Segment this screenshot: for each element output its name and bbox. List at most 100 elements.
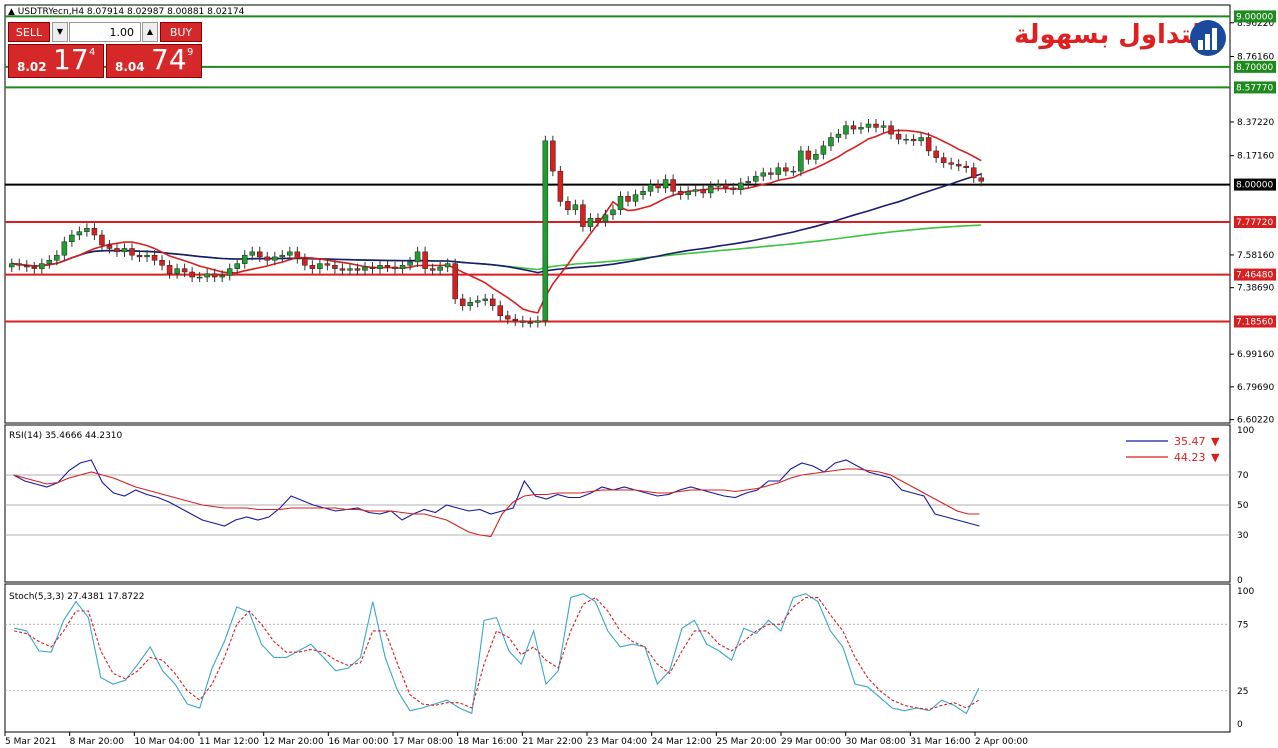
candle-body [858,127,864,130]
level-price-tag: 8.57770 [1234,81,1276,94]
candle-body [144,254,150,258]
candle-body [174,268,180,274]
candle-body [655,184,661,189]
candle-body [760,172,767,177]
candle-body [9,263,15,268]
candle-body [918,137,924,142]
sell-quote[interactable]: 8.02 17 4 [8,43,104,78]
sell-price-prefix: 8.02 [17,60,47,74]
level-price-tag: 8.70000 [1234,60,1276,73]
candle-body [738,182,744,190]
y-tick-label: 7.58160 [1237,251,1274,261]
candle-body [121,248,128,253]
candle-body [707,186,714,194]
candle-body [369,266,376,269]
candle-body [106,244,113,249]
candle-body [768,172,774,175]
lot-decrease-button[interactable]: ▼ [52,22,68,42]
y-tick-label: 6.99160 [1237,350,1274,360]
candle-body [332,265,338,269]
level-tag-label: 7.46480 [1236,271,1273,281]
x-tick-label: 21 Mar 22:00 [522,737,582,747]
candle-body [257,251,263,258]
candle-body [39,263,45,269]
buy-button[interactable]: BUY [160,22,202,42]
candle-body [189,271,195,278]
x-tick-label: 8 Mar 20:00 [70,737,125,747]
candle-body [970,167,977,179]
candle-body [850,125,857,130]
candle-body [31,266,38,269]
candle-body [805,150,812,160]
candle-body [159,259,165,266]
indicator-tick-label: 100 [1237,587,1254,597]
time-axis: 5 Mar 2021 8 Mar 20:00 10 Mar 04:00 11 Mar … [4,732,1028,747]
indicator-tick-label: 25 [1237,687,1248,697]
candle-body [873,123,879,128]
candle-body [196,276,203,279]
candle-body [865,123,872,128]
candle-body [632,194,639,202]
candle-body [722,184,729,189]
x-tick-label: 23 Mar 04:00 [587,737,647,747]
y-tick-label: 8.17160 [1237,152,1274,162]
chart-canvas: 8.962208.761608.372208.171607.581607.386… [4,4,1276,747]
lot-size-input[interactable] [69,22,141,42]
buy-quote[interactable]: 8.04 74 9 [106,43,202,78]
x-tick-label: 25 Mar 20:00 [716,737,776,747]
candle-body [211,273,218,278]
level-price-tag: 8.00000 [1234,178,1276,191]
candle-body [24,265,30,268]
candle-body [828,137,834,147]
candle-body [452,263,458,300]
candle-body [617,196,624,211]
candle-body [264,256,271,261]
candle-body [399,265,406,269]
candle-body [151,254,158,261]
y-tick-label: 7.38690 [1237,284,1274,294]
indicator-title: RSI(14) 35.4666 44.2310 [9,431,123,441]
candle-body [46,259,53,264]
x-tick-label: 16 Mar 00:00 [328,737,388,747]
lot-increase-button[interactable]: ▲ [142,22,158,42]
candle-body [572,204,579,211]
level-tag-label: 8.00000 [1236,181,1273,191]
candle-body [181,268,188,273]
x-tick-label: 30 Mar 08:00 [846,737,906,747]
candle-body [933,150,939,158]
candle-body [700,189,706,194]
indicator-tick-label: 70 [1237,471,1249,481]
rsi-legend-arrow: ▼ [1211,435,1220,448]
candle-body [978,177,984,182]
buy-price-pips: 74 [151,43,187,76]
indicator-tick-label: 75 [1237,620,1248,630]
candle-body [489,298,496,306]
candle-body [745,180,752,184]
candle-body [437,266,443,271]
candle-body [422,251,428,269]
sell-price-pips: 17 [53,43,89,76]
level-price-tag: 7.77720 [1234,216,1276,229]
brand-logo: التداول بسهولة [1014,18,1228,58]
candle-body [474,300,481,303]
candle-body [910,138,917,142]
candle-body [136,254,143,258]
candle-body [580,204,586,227]
candle-body [955,164,962,167]
y-tick-label: 8.37220 [1237,118,1274,128]
candle-body [843,125,849,135]
candle-body [670,179,676,192]
x-tick-label: 2 Apr 00:00 [975,737,1028,747]
candle-body [753,175,759,182]
candle-body [520,320,526,323]
indicator-tick-label: 50 [1237,501,1249,511]
candle-body [550,140,556,172]
x-tick-label: 29 Mar 00:00 [781,737,841,747]
candle-body [362,266,368,271]
candle-body [354,268,361,271]
x-tick-label: 11 Mar 12:00 [199,737,259,747]
sell-button[interactable]: SELL [8,22,50,42]
candle-body [16,263,23,266]
candle-body [595,217,601,222]
indicator-tick-label: 100 [1237,426,1254,436]
